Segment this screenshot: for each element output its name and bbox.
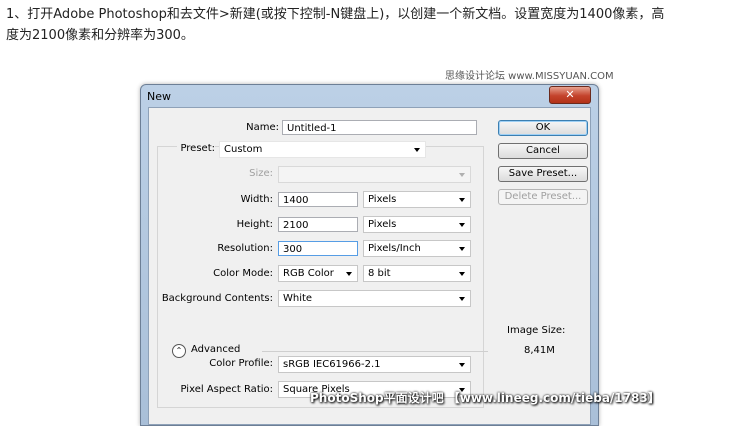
width-unit-value: Pixels [368, 194, 397, 205]
size-dropdown[interactable] [278, 166, 471, 183]
watermark-bottom: PhotoShop平面设计吧 【www.lineeg.com/tieba/178… [310, 391, 660, 405]
background-contents-dropdown[interactable]: White [278, 290, 471, 307]
resolution-label: Resolution: [217, 243, 273, 254]
ok-button[interactable]: OK [498, 120, 588, 136]
advanced-label: Advanced [191, 344, 241, 355]
color-profile-label: Color Profile: [209, 358, 273, 369]
image-size-value: 8,41M [524, 345, 555, 356]
name-input[interactable]: Untitled-1 [282, 120, 477, 135]
image-size-label: Image Size: [507, 325, 566, 336]
color-mode-dropdown[interactable]: RGB Color [278, 265, 358, 282]
save-preset-button[interactable]: Save Preset... [498, 166, 588, 182]
resolution-input[interactable]: 300 [278, 241, 358, 256]
preset-dropdown[interactable]: Custom [219, 141, 426, 158]
color-profile-value: sRGB IEC61966-2.1 [283, 359, 381, 370]
width-unit-dropdown[interactable]: Pixels [363, 191, 471, 208]
delete-preset-button[interactable]: Delete Preset... [498, 189, 588, 205]
chevron-down-icon [459, 297, 465, 301]
collapse-up-icon[interactable]: ⌃ [172, 344, 186, 358]
height-unit-dropdown[interactable]: Pixels [363, 216, 471, 233]
chevron-down-icon [414, 148, 420, 152]
name-label: Name: [246, 122, 279, 133]
cancel-button[interactable]: Cancel [498, 143, 588, 159]
height-input[interactable]: 2100 [278, 217, 358, 232]
intro-line-1: 1、打开Adobe Photoshop和去文件>新建(或按下控制-N键盘上)，以… [6, 7, 665, 22]
dialog-client-area: Name: Untitled-1 Preset: Custom Size: Wi… [148, 107, 591, 425]
background-contents-label: Background Contents: [161, 293, 273, 304]
chevron-down-icon [459, 198, 465, 202]
chevron-down-icon [459, 247, 465, 251]
resolution-unit-value: Pixels/Inch [368, 243, 421, 254]
height-label: Height: [236, 219, 273, 230]
advanced-divider [262, 351, 488, 352]
intro-line-2: 度为2100像素和分辨率为300。 [6, 28, 194, 43]
resolution-unit-dropdown[interactable]: Pixels/Inch [363, 240, 471, 257]
color-mode-value: RGB Color [283, 268, 334, 279]
watermark-top: 思缘设计论坛 www.MISSYUAN.COM [445, 71, 614, 82]
color-mode-label: Color Mode: [213, 268, 273, 279]
chevron-down-icon [346, 272, 352, 276]
intro-text: 1、打开Adobe Photoshop和去文件>新建(或按下控制-N键盘上)，以… [6, 4, 728, 46]
pixel-aspect-label: Pixel Aspect Ratio: [180, 384, 274, 395]
preset-label: Preset: [177, 143, 215, 154]
bit-depth-dropdown[interactable]: 8 bit [363, 265, 471, 282]
width-label: Width: [240, 194, 273, 205]
chevron-down-icon [459, 272, 465, 276]
dialog-titlebar[interactable]: New ✕ [141, 85, 598, 107]
close-button[interactable]: ✕ [549, 86, 591, 104]
size-label: Size: [249, 168, 273, 179]
width-input[interactable]: 1400 [278, 192, 358, 207]
preset-value: Custom [224, 144, 263, 155]
bit-depth-value: 8 bit [368, 268, 391, 279]
chevron-down-icon [459, 223, 465, 227]
chevron-down-icon [459, 363, 465, 367]
background-contents-value: White [283, 293, 313, 304]
color-profile-dropdown[interactable]: sRGB IEC61966-2.1 [278, 356, 471, 373]
dialog-title: New [147, 90, 171, 103]
new-document-dialog: New ✕ Name: Untitled-1 Preset: Custom Si… [140, 84, 599, 426]
height-unit-value: Pixels [368, 219, 397, 230]
chevron-down-icon [459, 173, 465, 177]
